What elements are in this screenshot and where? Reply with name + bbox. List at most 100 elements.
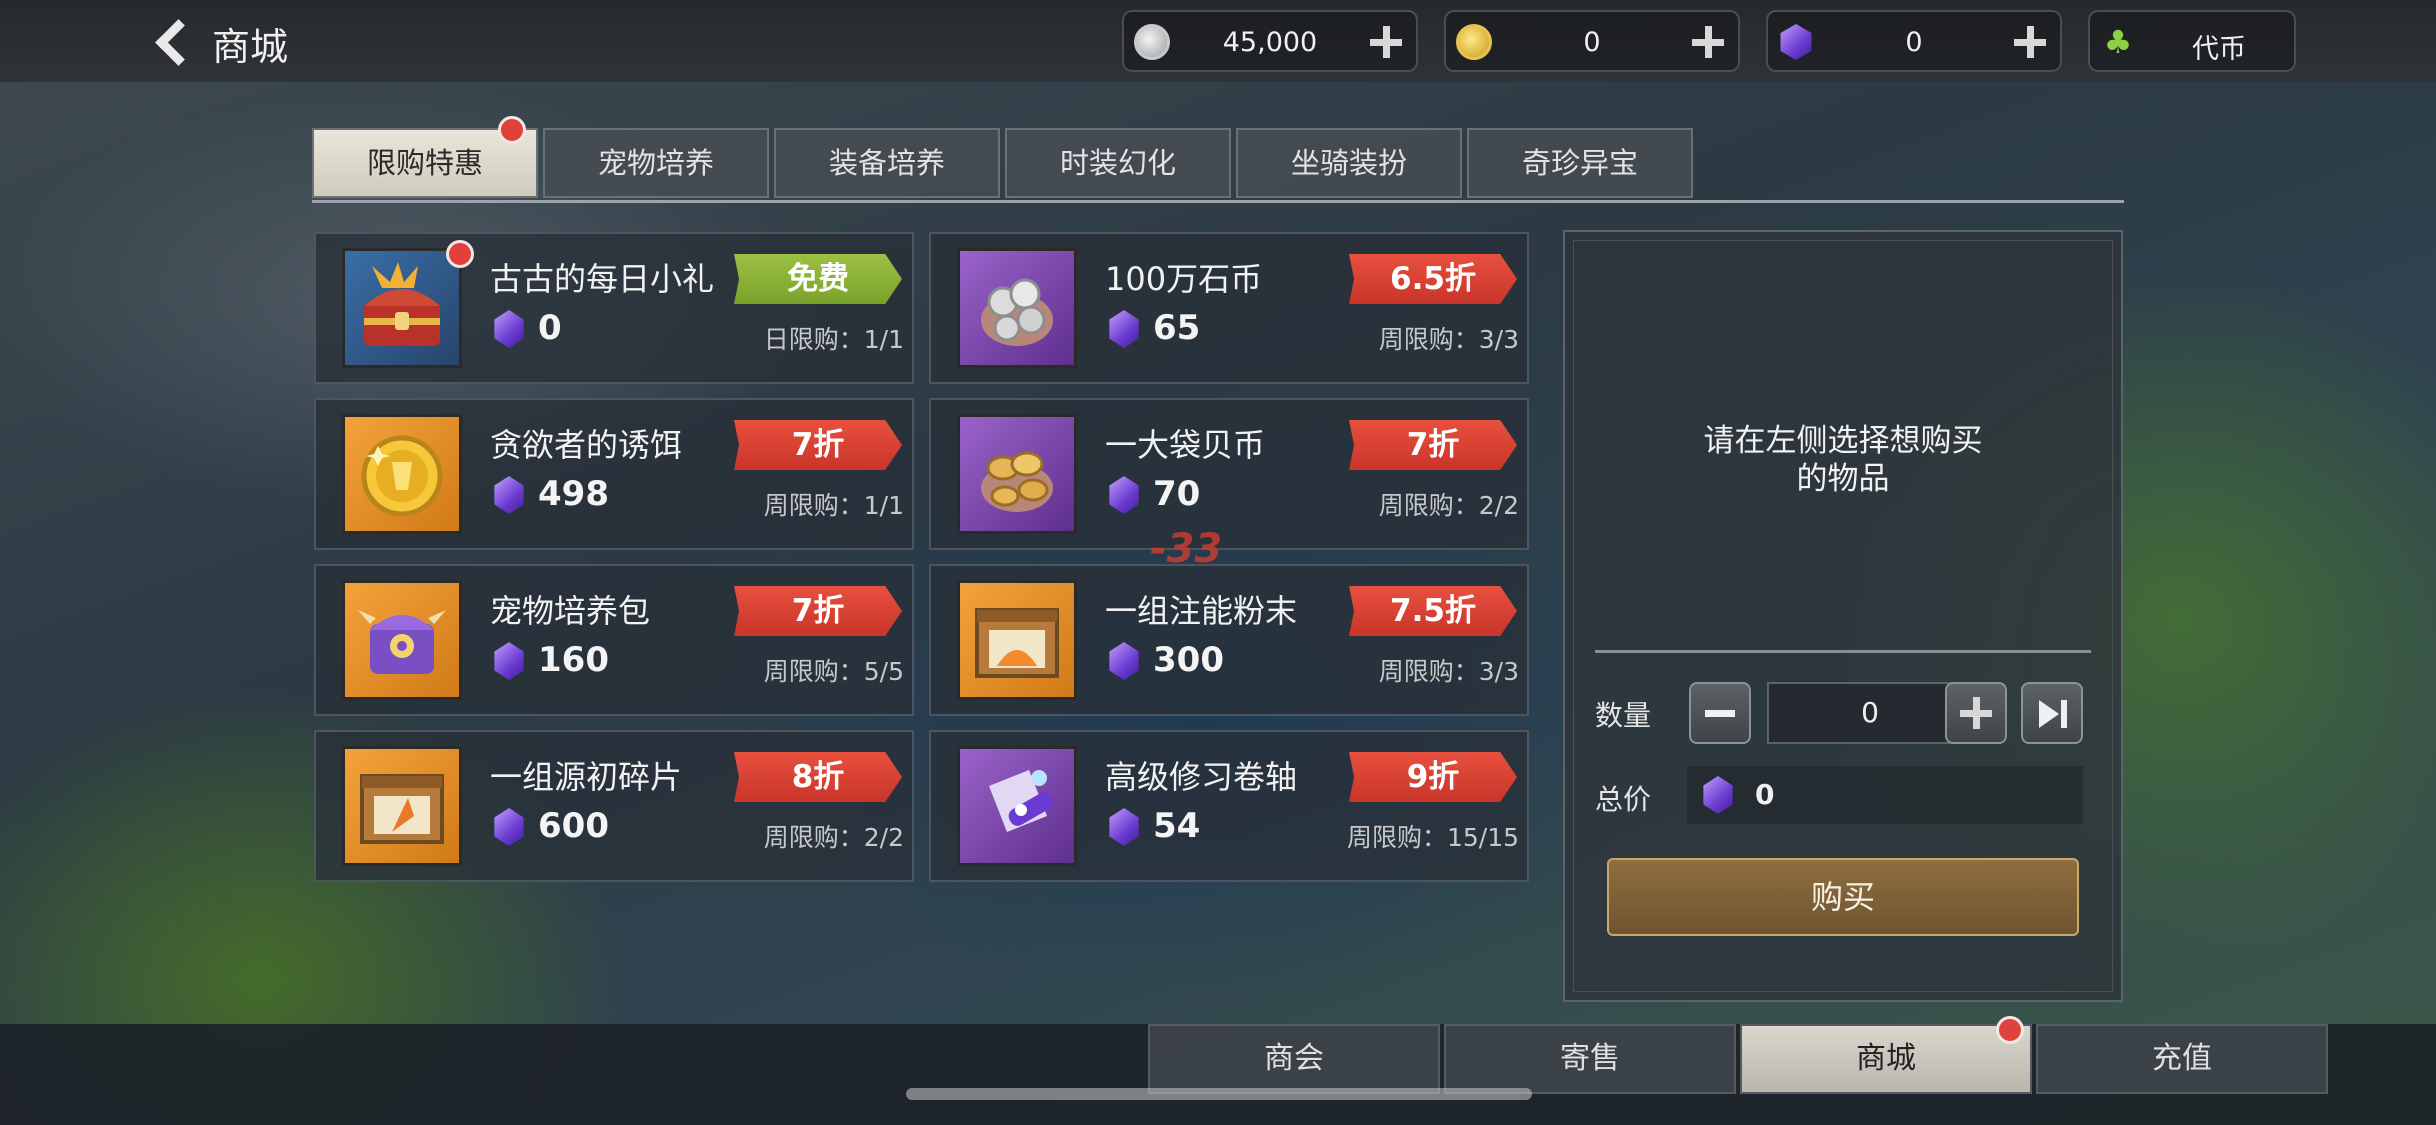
pet-pack-icon [342,580,462,700]
scroll-icon [957,746,1077,866]
nav-recharge[interactable]: 充值 [2036,1024,2328,1094]
purchase-limit: 周限购：1/1 [763,491,904,520]
item-name: 一组注能粉末 [1105,592,1298,630]
nav-label: 充值 [2152,1041,2212,1076]
purchase-panel: 请在左侧选择想购买 的物品 数量 0 总价 0 购买 [1563,230,2123,1002]
shop-item[interactable]: 一组注能粉末 300 7.5折 周限购：3/3 [929,564,1529,716]
nav-trade-guild[interactable]: 商会 [1148,1024,1440,1094]
purchase-limit: 周限购：3/3 [1378,325,1519,354]
treasure-chest-icon [342,248,462,368]
purchase-limit: 日限购：1/1 [763,325,904,354]
discount-badge: 7折 [734,586,902,636]
purple-gem-icon [1109,642,1139,680]
silver-coin-icon [1134,24,1170,60]
max-quantity-button[interactable] [2021,682,2083,744]
skip-to-end-icon [2039,700,2059,728]
token-button[interactable]: ♣ 代币 [2088,10,2296,72]
quantity-input[interactable]: 0 [1767,682,1973,744]
purple-gem-icon [1703,776,1733,814]
purple-gem-icon [1109,476,1139,514]
tab-fashion[interactable]: 时装幻化 [1005,128,1231,198]
token-label: 代币 [2192,34,2246,65]
total-price-field: 0 [1687,766,2083,824]
item-price: 498 [538,474,609,514]
discount-badge: 7折 [734,420,902,470]
gold-coin-bag-icon [957,414,1077,534]
free-badge: 免费 [734,254,902,304]
nav-label: 商城 [1856,1041,1916,1076]
shop-item[interactable]: 一组源初碎片 600 8折 周限购：2/2 [314,730,914,882]
tab-label: 时装幻化 [1059,146,1176,180]
item-price: 600 [538,806,609,846]
tab-equipment-training[interactable]: 装备培养 [774,128,1000,198]
minus-icon [1705,710,1735,717]
skip-bar [2061,700,2067,728]
currency-gold: 0 [1444,10,1740,72]
discount-badge: 8折 [734,752,902,802]
add-gold-button[interactable] [1688,22,1728,62]
item-price: 300 [1153,640,1224,680]
decrease-quantity-button[interactable] [1689,682,1751,744]
hint-line: 请在左侧选择想购买 [1703,423,1983,459]
nav-label: 商会 [1264,1041,1324,1076]
shop-item[interactable]: 宠物培养包 160 7折 周限购：5/5 [314,564,914,716]
tab-treasures[interactable]: 奇珍异宝 [1467,128,1693,198]
silver-coin-bag-icon [957,248,1077,368]
notification-dot [1996,1016,2024,1044]
tab-label: 奇珍异宝 [1521,146,1638,180]
item-name: 100万石币 [1105,260,1263,298]
tab-label: 装备培养 [828,146,945,180]
item-name: 高级修习卷轴 [1105,758,1298,796]
buy-button[interactable]: 购买 [1607,858,2079,936]
shard-crate-icon [342,746,462,866]
nav-consignment[interactable]: 寄售 [1444,1024,1736,1094]
shop-item[interactable]: 100万石币 65 6.5折 周限购：3/3 [929,232,1529,384]
tab-pet-training[interactable]: 宠物培养 [543,128,769,198]
select-item-hint: 请在左侧选择想购买 的物品 [1565,422,2121,498]
powder-crate-icon [957,580,1077,700]
chevron-left-icon [155,19,202,66]
item-price: 0 [538,308,562,348]
currency-gem: 0 [1766,10,2062,72]
nav-label: 寄售 [1560,1041,1620,1076]
currency-gem-value: 0 [1905,27,1923,58]
sprout-icon: ♣ [2103,23,2133,61]
currency-silver-value: 45,000 [1222,27,1318,58]
add-gem-button[interactable] [2010,22,2050,62]
hint-line: 的物品 [1796,461,1890,497]
gold-medal-icon [342,414,462,534]
purple-gem-icon [494,310,524,348]
shop-tabs: 限购特惠 宠物培养 装备培养 时装幻化 坐骑装扮 奇珍异宝 [312,116,2124,203]
currency-silver: 45,000 [1122,10,1418,72]
nav-shop[interactable]: 商城 [1740,1024,2032,1094]
purchase-limit: 周限购：3/3 [1378,657,1519,686]
discount-badge: 6.5折 [1349,254,1517,304]
shop-item[interactable]: 一大袋贝币 70 7折 周限购：2/2 [929,398,1529,550]
purple-gem-icon [494,642,524,680]
item-price: 54 [1153,806,1201,846]
purchase-limit: 周限购：2/2 [763,823,904,852]
divider [1595,650,2091,653]
notification-dot [498,116,526,144]
shop-item[interactable]: 古古的每日小礼 0 免费 日限购：1/1 [314,232,914,384]
purple-gem-icon [494,808,524,846]
top-bar: 商城 45,000 0 0 ♣ 代币 [0,0,2436,82]
total-price-label: 总价 [1595,783,1652,816]
item-price: 160 [538,640,609,680]
back-button[interactable] [148,16,202,66]
tab-label: 坐骑装扮 [1290,146,1407,180]
discount-badge: 7.5折 [1349,586,1517,636]
total-price-value: 0 [1755,778,1775,811]
tab-label: 宠物培养 [597,146,714,180]
item-name: 贪欲者的诱饵 [490,426,683,464]
purchase-limit: 周限购：5/5 [763,657,904,686]
item-name: 古古的每日小礼 [490,260,715,298]
shop-item[interactable]: 贪欲者的诱饵 498 7折 周限购：1/1 [314,398,914,550]
increase-quantity-button[interactable] [1945,682,2007,744]
purple-gem-icon [1109,808,1139,846]
purple-gem-icon [1109,310,1139,348]
shop-item[interactable]: 高级修习卷轴 54 9折 周限购：15/15 [929,730,1529,882]
tab-mount-dress[interactable]: 坐骑装扮 [1236,128,1462,198]
discount-badge: 9折 [1349,752,1517,802]
add-silver-button[interactable] [1366,22,1406,62]
